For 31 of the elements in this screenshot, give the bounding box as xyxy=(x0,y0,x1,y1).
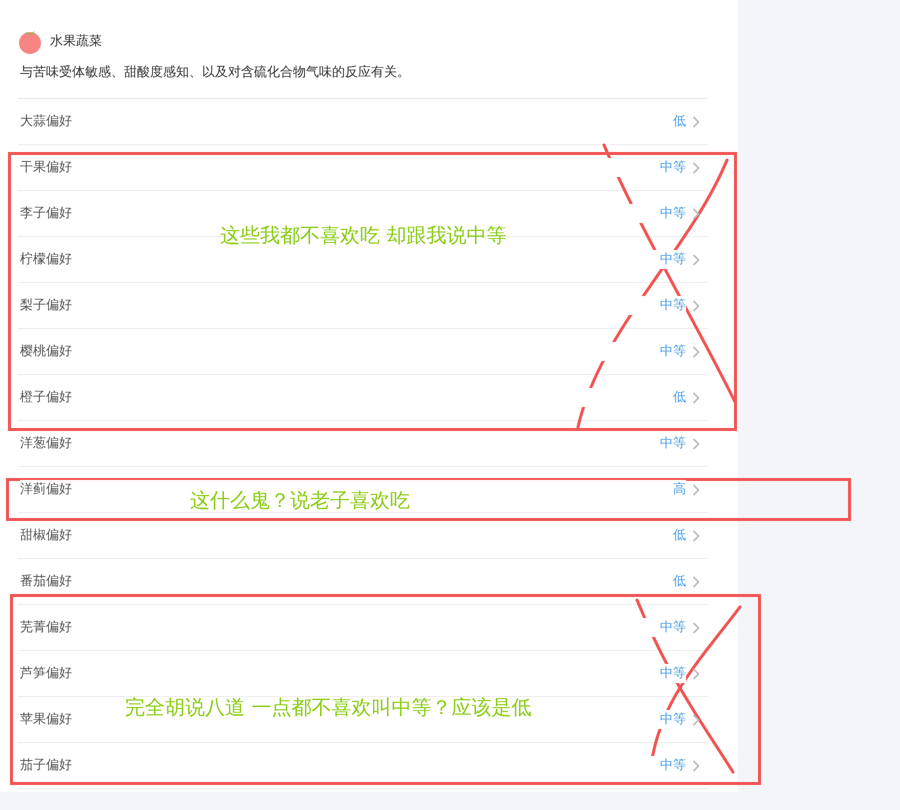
chevron-right-icon xyxy=(692,530,700,542)
chevron-right-icon xyxy=(692,300,700,312)
chevron-right-icon xyxy=(692,116,700,128)
preference-row[interactable]: 橙子偏好 低 xyxy=(18,375,708,421)
chevron-right-icon xyxy=(692,392,700,404)
annotation-note: 这什么鬼？说老子喜欢吃 xyxy=(190,487,410,513)
chevron-right-icon xyxy=(692,576,700,588)
chevron-right-icon xyxy=(692,254,700,266)
chevron-right-icon xyxy=(692,208,700,220)
chevron-right-icon xyxy=(692,668,700,680)
tomato-icon xyxy=(18,29,42,55)
chevron-right-icon xyxy=(692,760,700,772)
chevron-right-icon xyxy=(692,438,700,450)
preference-row[interactable]: 甜椒偏好 低 xyxy=(18,513,708,559)
preference-row[interactable]: 茄子偏好 中等 xyxy=(18,743,708,789)
chevron-right-icon xyxy=(692,346,700,358)
chevron-right-icon xyxy=(692,714,700,726)
category-description: 与苦味受体敏感、甜酸度感知、以及对含硫化合物气味的反应有关。 xyxy=(18,60,708,99)
preference-row[interactable]: 干果偏好 中等 xyxy=(18,145,708,191)
category-title: 水果蔬菜 xyxy=(50,33,102,52)
preference-row[interactable]: 大蒜偏好 低 xyxy=(18,99,708,145)
preference-row[interactable]: 芜菁偏好 中等 xyxy=(18,605,708,651)
annotation-note: 完全胡说八道 一点都不喜欢叫中等？应该是低 xyxy=(125,694,532,720)
preference-row[interactable]: 樱桃偏好 中等 xyxy=(18,329,708,375)
preference-row[interactable]: 洋葱偏好 中等 xyxy=(18,421,708,467)
chevron-right-icon xyxy=(692,484,700,496)
preference-row[interactable]: 梨子偏好 中等 xyxy=(18,283,708,329)
chevron-right-icon xyxy=(692,622,700,634)
preference-row[interactable]: 芦笋偏好 中等 xyxy=(18,651,708,697)
preference-row[interactable]: 番茄偏好 低 xyxy=(18,559,708,605)
chevron-right-icon xyxy=(692,162,700,174)
